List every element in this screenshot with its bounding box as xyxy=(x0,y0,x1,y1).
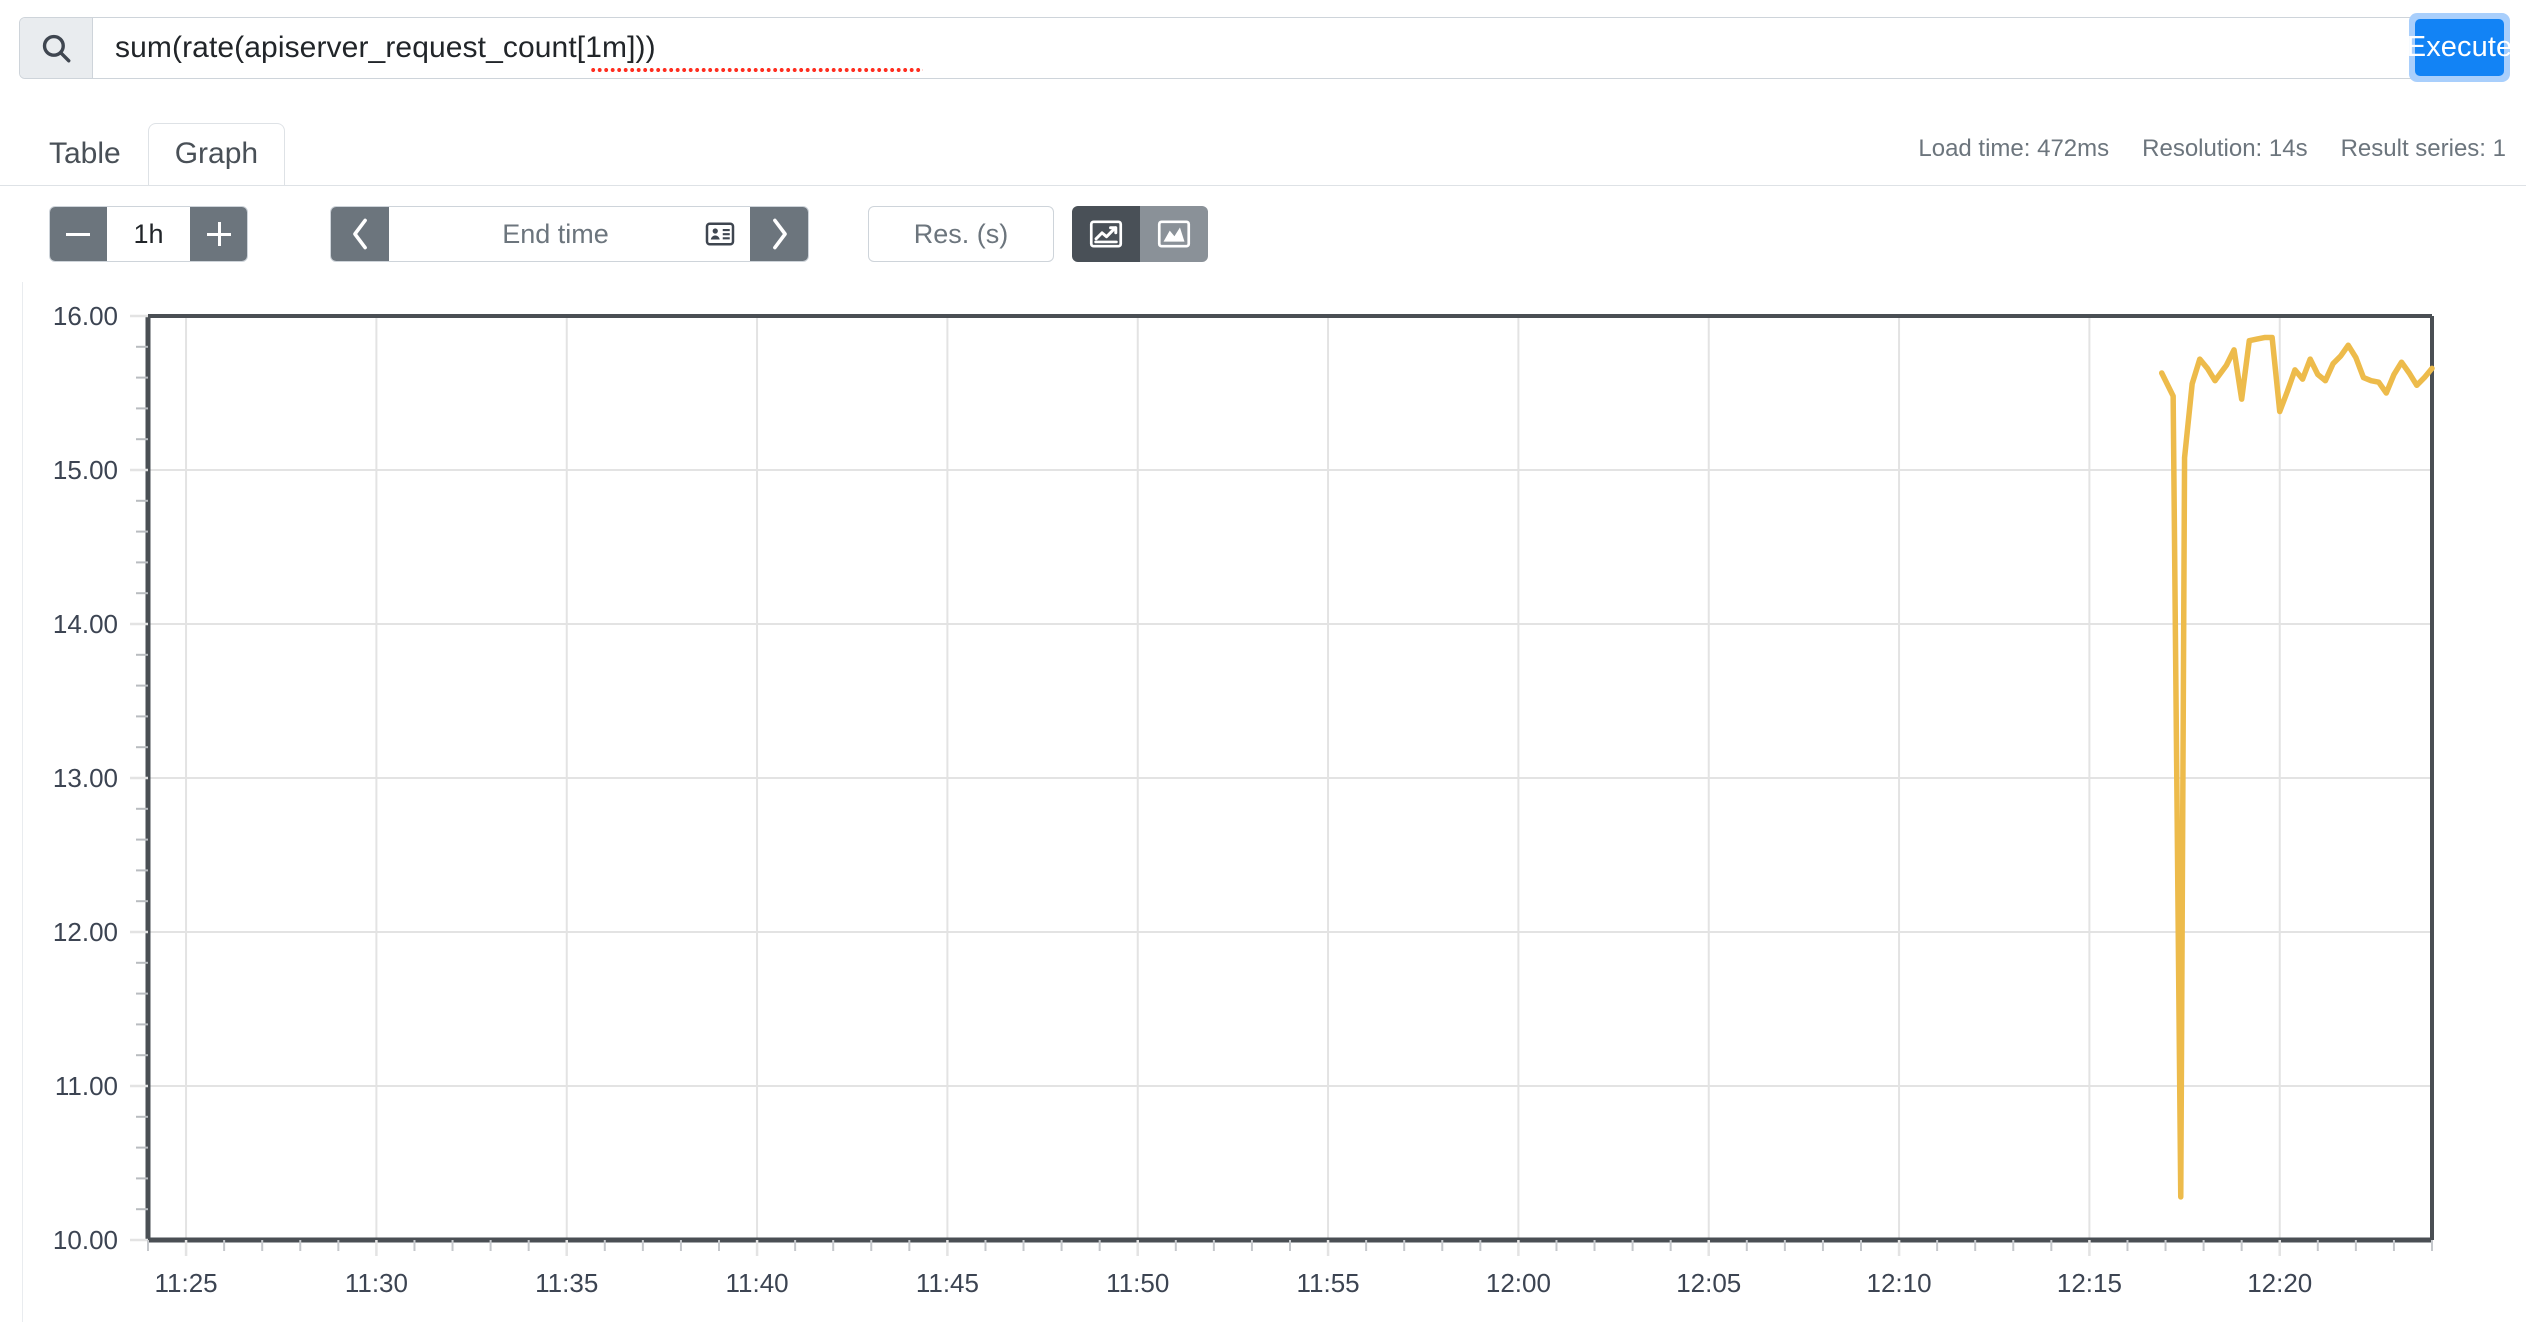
svg-text:11:40: 11:40 xyxy=(725,1268,788,1298)
graph-panel: 10.00 11.00 12.00 13.00 14.00 15.00 16.00 11:25… xyxy=(0,282,2526,1322)
execute-button[interactable]: Execute xyxy=(2407,19,2512,76)
tab-graph[interactable]: Graph xyxy=(147,122,286,186)
line-chart-toggle-button[interactable] xyxy=(1072,206,1140,262)
svg-text:16.00: 16.00 xyxy=(53,301,118,331)
range-decrease-button[interactable] xyxy=(50,207,106,261)
results-tabs: Table Graph xyxy=(22,117,286,187)
tabs-divider xyxy=(0,185,2526,186)
expression-browser-page: sum(rate(apiserver_request_count[1m])) E… xyxy=(0,0,2526,1322)
query-input[interactable]: sum(rate(apiserver_request_count[1m])) xyxy=(93,18,2415,78)
tab-table[interactable]: Table xyxy=(22,123,148,187)
stacked-chart-toggle-button[interactable] xyxy=(1140,206,1208,262)
svg-text:13.00: 13.00 xyxy=(53,763,118,793)
svg-text:12.00: 12.00 xyxy=(53,917,118,947)
svg-text:12:00: 12:00 xyxy=(1486,1268,1551,1298)
svg-text:10.00: 10.00 xyxy=(53,1225,118,1255)
svg-text:11:55: 11:55 xyxy=(1296,1268,1359,1298)
resolution-input[interactable]: Res. (s) xyxy=(868,206,1054,262)
plus-icon xyxy=(207,222,231,246)
chevron-left-icon xyxy=(352,218,367,250)
end-time-next-button[interactable] xyxy=(751,207,808,261)
chart-type-toggle xyxy=(1072,206,1208,262)
svg-text:11.00: 11.00 xyxy=(55,1071,118,1101)
svg-text:11:25: 11:25 xyxy=(154,1268,217,1298)
range-input[interactable]: 1h xyxy=(106,207,191,261)
line-chart-icon xyxy=(1089,220,1123,248)
svg-text:11:35: 11:35 xyxy=(535,1268,598,1298)
svg-text:11:45: 11:45 xyxy=(916,1268,979,1298)
execute-button-focus-ring: Execute xyxy=(2407,13,2512,82)
load-time: Load time: 472ms xyxy=(1918,135,2110,162)
chevron-right-icon xyxy=(772,218,787,250)
stacked-chart-icon xyxy=(1157,220,1191,248)
svg-text:12:20: 12:20 xyxy=(2247,1268,2312,1298)
query-input-group: sum(rate(apiserver_request_count[1m])) xyxy=(19,17,2416,79)
time-series-chart[interactable]: 10.00 11.00 12.00 13.00 14.00 15.00 16.00 11:25… xyxy=(0,282,2526,1322)
calendar-icon[interactable] xyxy=(705,219,735,249)
minus-icon xyxy=(66,232,90,236)
svg-text:12:10: 12:10 xyxy=(1867,1268,1932,1298)
query-row: sum(rate(apiserver_request_count[1m])) E… xyxy=(0,0,2526,94)
graph-controls: 1h End time Res. (s) xyxy=(0,206,2526,282)
end-time-input[interactable]: End time xyxy=(388,207,751,261)
query-text: sum(rate(apiserver_request_count[1m])) xyxy=(115,31,656,64)
results-tabs-row: Table Graph Load time: 472ms Resolution:… xyxy=(0,117,2526,187)
end-time-placeholder: End time xyxy=(502,218,609,249)
resolution-stat: Resolution: 14s xyxy=(2142,135,2308,162)
svg-text:11:30: 11:30 xyxy=(345,1268,408,1298)
range-stepper: 1h xyxy=(49,206,248,262)
spellcheck-underline xyxy=(591,68,923,73)
svg-text:11:50: 11:50 xyxy=(1106,1268,1169,1298)
svg-text:12:05: 12:05 xyxy=(1676,1268,1741,1298)
svg-text:15.00: 15.00 xyxy=(53,455,118,485)
end-time-control: End time xyxy=(330,206,809,262)
svg-text:12:15: 12:15 xyxy=(2057,1268,2122,1298)
range-increase-button[interactable] xyxy=(191,207,247,261)
end-time-prev-button[interactable] xyxy=(331,207,388,261)
svg-text:14.00: 14.00 xyxy=(53,609,118,639)
result-series-stat: Result series: 1 xyxy=(2340,135,2506,162)
search-icon xyxy=(20,18,93,78)
query-stats: Load time: 472ms Resolution: 14s Result … xyxy=(1918,135,2506,163)
